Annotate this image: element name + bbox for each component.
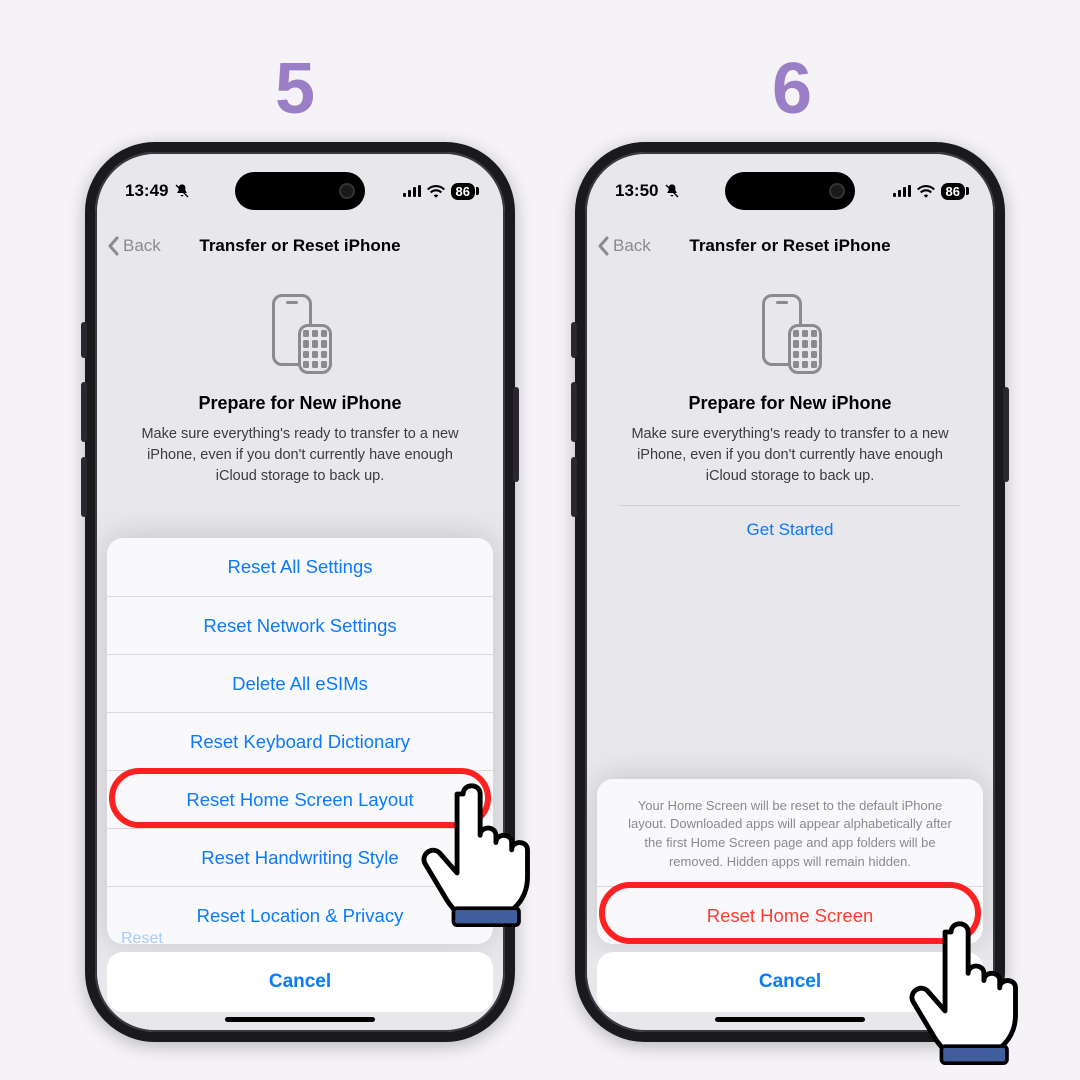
battery-indicator: 86 bbox=[451, 183, 475, 200]
back-button[interactable]: Back bbox=[107, 236, 161, 256]
screen-step5: 13:49 86 Back Transfer or Reset iPhone bbox=[97, 154, 503, 1030]
back-label: Back bbox=[123, 236, 161, 256]
reset-handwriting-style-option[interactable]: Reset Handwriting Style bbox=[107, 828, 493, 886]
reset-home-screen-confirm-button[interactable]: Reset Home Screen bbox=[597, 886, 983, 944]
battery-indicator: 86 bbox=[941, 183, 965, 200]
prepare-body: Make sure everything's ready to transfer… bbox=[129, 424, 471, 487]
prepare-heading: Prepare for New iPhone bbox=[129, 393, 471, 414]
delete-all-esims-option[interactable]: Delete All eSIMs bbox=[107, 654, 493, 712]
transfer-devices-icon bbox=[268, 294, 332, 374]
nav-header: Back Transfer or Reset iPhone bbox=[97, 224, 503, 268]
volume-up-button bbox=[571, 382, 577, 442]
transfer-devices-icon bbox=[758, 294, 822, 374]
iphone-frame-step6: 13:50 86 Back Transfer or Reset iPhone bbox=[575, 142, 1005, 1042]
prepare-card: Prepare for New iPhone Make sure everyth… bbox=[601, 276, 979, 556]
reset-network-settings-option[interactable]: Reset Network Settings bbox=[107, 596, 493, 654]
mute-switch bbox=[571, 322, 577, 358]
reset-keyboard-dictionary-option[interactable]: Reset Keyboard Dictionary bbox=[107, 712, 493, 770]
volume-down-button bbox=[571, 457, 577, 517]
mute-switch bbox=[81, 322, 87, 358]
cellular-signal-icon bbox=[893, 185, 911, 197]
status-time: 13:49 bbox=[125, 181, 168, 201]
nav-header: Back Transfer or Reset iPhone bbox=[587, 224, 993, 268]
reset-home-screen-layout-option[interactable]: Reset Home Screen Layout bbox=[107, 770, 493, 828]
reset-location-privacy-option[interactable]: Reset Location & Privacy bbox=[107, 886, 493, 944]
screen-step6: 13:50 86 Back Transfer or Reset iPhone bbox=[587, 154, 993, 1030]
status-time: 13:50 bbox=[615, 181, 658, 201]
reset-peek-text: Reset bbox=[121, 930, 163, 948]
cancel-button[interactable]: Cancel bbox=[107, 952, 493, 1012]
home-indicator bbox=[715, 1017, 865, 1022]
power-button bbox=[513, 387, 519, 482]
dynamic-island bbox=[725, 172, 855, 210]
wifi-icon bbox=[917, 184, 935, 198]
prepare-body: Make sure everything's ready to transfer… bbox=[619, 424, 961, 487]
volume-up-button bbox=[81, 382, 87, 442]
dynamic-island bbox=[235, 172, 365, 210]
volume-down-button bbox=[81, 457, 87, 517]
reset-options-sheet: Reset All Settings Reset Network Setting… bbox=[107, 538, 493, 944]
confirm-reset-sheet: Your Home Screen will be reset to the de… bbox=[597, 779, 983, 944]
cancel-button[interactable]: Cancel bbox=[597, 952, 983, 1012]
home-indicator bbox=[225, 1017, 375, 1022]
get-started-button[interactable]: Get Started bbox=[619, 505, 961, 540]
iphone-frame-step5: 13:49 86 Back Transfer or Reset iPhone bbox=[85, 142, 515, 1042]
back-button[interactable]: Back bbox=[597, 236, 651, 256]
chevron-left-icon bbox=[597, 236, 611, 256]
confirm-description: Your Home Screen will be reset to the de… bbox=[597, 779, 983, 886]
wifi-icon bbox=[427, 184, 445, 198]
prepare-heading: Prepare for New iPhone bbox=[619, 393, 961, 414]
back-label: Back bbox=[613, 236, 651, 256]
chevron-left-icon bbox=[107, 236, 121, 256]
power-button bbox=[1003, 387, 1009, 482]
cellular-signal-icon bbox=[403, 185, 421, 197]
bell-slash-icon bbox=[174, 183, 190, 199]
step-number-6: 6 bbox=[772, 48, 812, 130]
bell-slash-icon bbox=[664, 183, 680, 199]
step-number-5: 5 bbox=[275, 48, 315, 130]
reset-all-settings-option[interactable]: Reset All Settings bbox=[107, 538, 493, 596]
prepare-card: Prepare for New iPhone Make sure everyth… bbox=[111, 276, 489, 503]
